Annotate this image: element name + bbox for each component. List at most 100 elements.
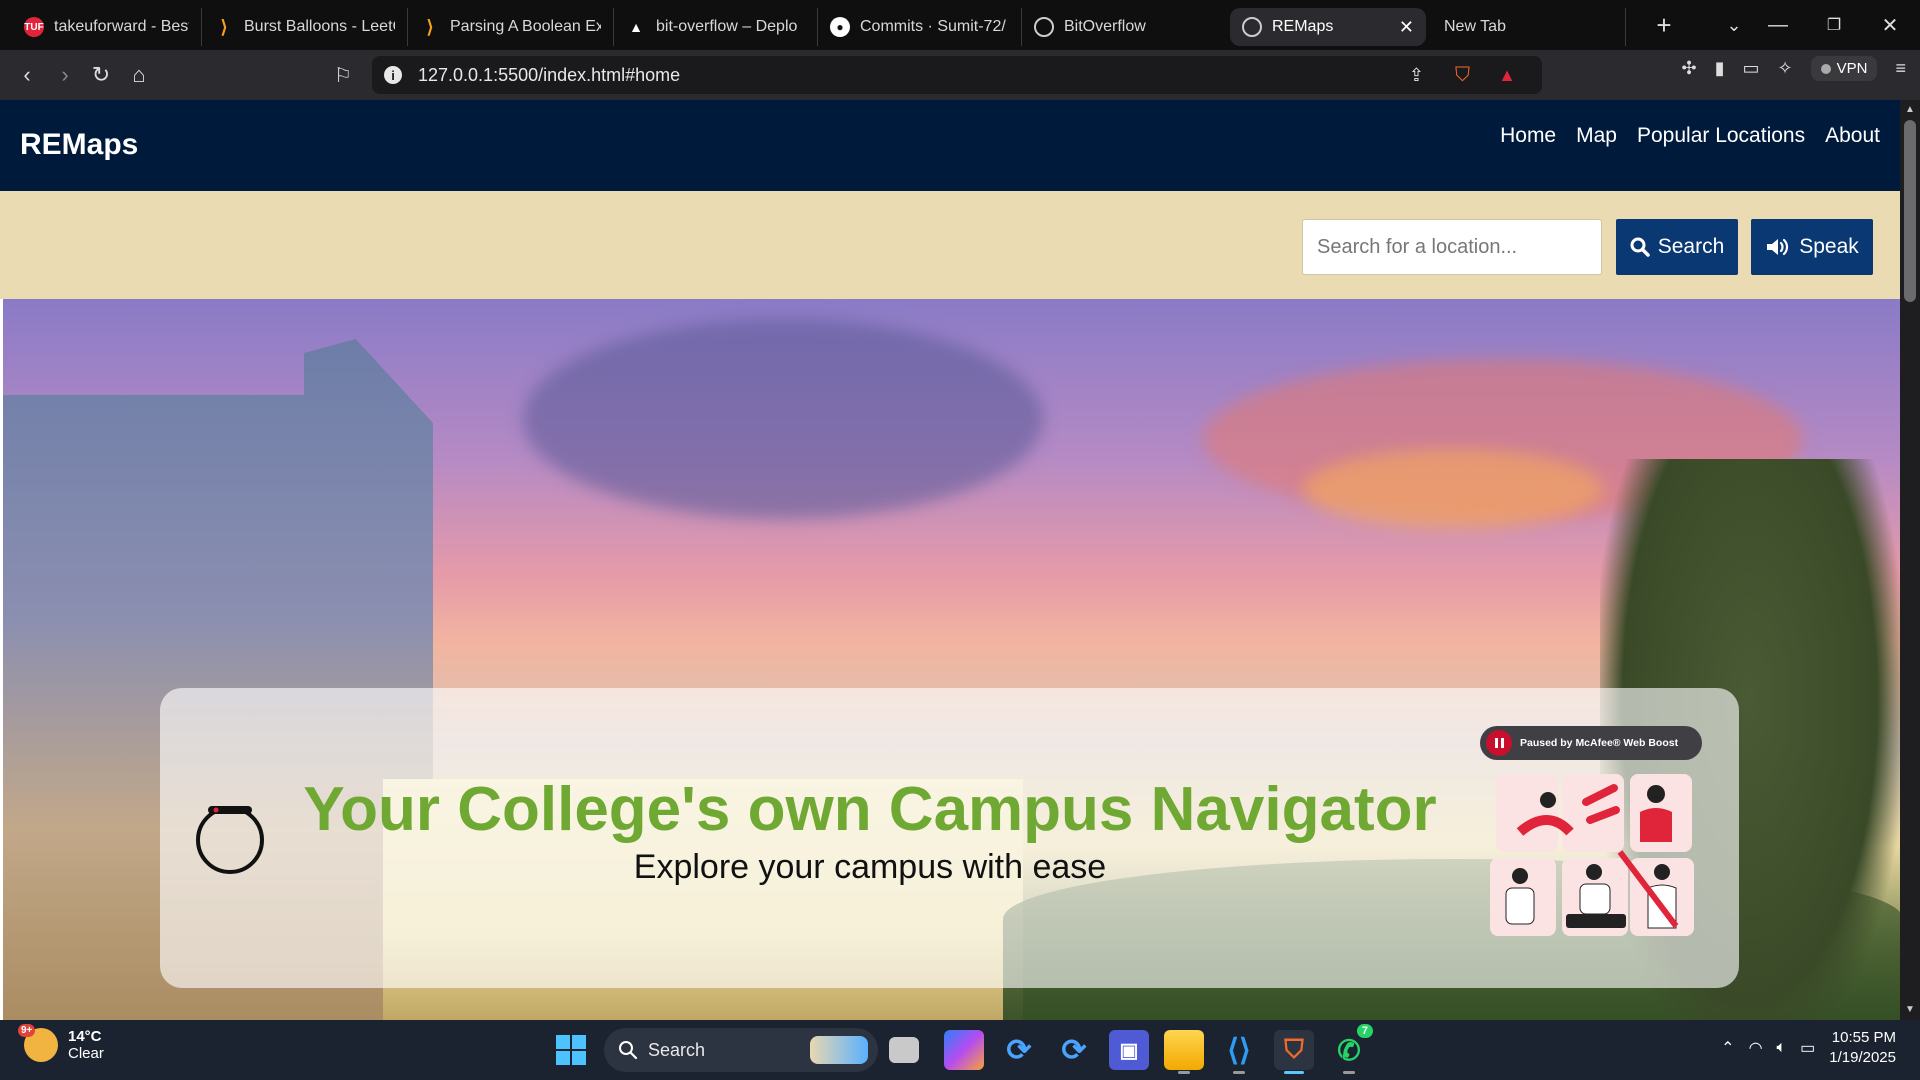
weather-widget[interactable]: 9+ 14°C Clear	[18, 1024, 104, 1062]
tab-bitoverflow[interactable]: BitOverflow	[1022, 8, 1214, 46]
brave-browser-icon[interactable]: ⛉	[1274, 1030, 1314, 1074]
sync-app-icon[interactable]: ⟳	[999, 1030, 1039, 1070]
extensions-icon[interactable]: ✣	[1682, 58, 1697, 79]
show-hidden-icons-icon[interactable]: ⌃	[1721, 1038, 1734, 1058]
brave-rewards-icon[interactable]: ▲	[1498, 65, 1516, 86]
minimize-icon[interactable]: —	[1750, 0, 1806, 50]
hero-section: Your College's own Campus Navigator Expl…	[3, 299, 1900, 1020]
sidebar-icon[interactable]: ▮	[1715, 58, 1725, 79]
forward-icon[interactable]: ›	[46, 56, 84, 94]
mcafee-web-boost-badge[interactable]: Paused by McAfee® Web Boost	[1480, 726, 1702, 760]
sync-app-2-icon[interactable]: ⟳	[1054, 1030, 1094, 1070]
task-view-icon[interactable]	[889, 1037, 919, 1063]
globe-icon	[1034, 17, 1054, 37]
copilot-icon[interactable]	[944, 1030, 984, 1070]
tab-parsing-boolean[interactable]: ⟩ Parsing A Boolean Ex	[408, 8, 614, 46]
close-tab-icon[interactable]: ✕	[1399, 17, 1414, 38]
new-tab-icon[interactable]: +	[1644, 5, 1684, 45]
nav-link-map[interactable]: Map	[1576, 124, 1617, 148]
tab-label: Commits · Sumit-72/	[860, 18, 1006, 35]
scroll-up-icon[interactable]: ▲	[1904, 104, 1916, 116]
wifi-icon[interactable]: ◠	[1749, 1038, 1763, 1058]
search-highlight-icon	[810, 1036, 868, 1064]
collaboration-illustration	[1490, 774, 1694, 936]
tab-burst-balloons[interactable]: ⟩ Burst Balloons - LeetC	[202, 8, 408, 46]
tab-label: Burst Balloons - LeetC	[244, 18, 395, 35]
tab-label: New Tab	[1444, 18, 1506, 35]
url-text: 127.0.0.1:5500/index.html#home	[418, 64, 681, 85]
weather-condition: Clear	[68, 1045, 104, 1062]
tab-remaps[interactable]: REMaps ✕	[1230, 8, 1426, 46]
file-explorer-icon[interactable]	[1164, 1030, 1204, 1074]
whatsapp-icon[interactable]: ✆ 7	[1329, 1024, 1373, 1074]
search-section: Search Speak	[0, 191, 1900, 299]
tab-label: takeuforward - Best C	[54, 18, 189, 35]
menu-icon[interactable]: ≡	[1895, 58, 1906, 79]
windows-start-icon[interactable]	[556, 1035, 586, 1065]
taskbar-search[interactable]: Search	[604, 1028, 878, 1072]
search-button[interactable]: Search	[1616, 219, 1738, 275]
site-info-icon[interactable]: i	[384, 66, 402, 84]
globe-icon	[1242, 17, 1262, 37]
vpn-status-icon	[1820, 63, 1831, 74]
tab-takeuforward[interactable]: TUF takeuforward - Best C	[12, 8, 202, 46]
page-scrollbar[interactable]: ▲ ▼	[1900, 100, 1920, 1020]
system-tray: ⌃ ◠ 🔈︎ ▭ 10:55 PM 1/19/2025	[1721, 1028, 1896, 1068]
nav-link-about[interactable]: About	[1825, 124, 1880, 148]
hero-subtitle: Explore your campus with ease	[633, 848, 1107, 886]
tab-label: bit-overflow – Deplo	[656, 18, 798, 35]
weather-badge: 9+	[18, 1024, 36, 1037]
hero-card: Your College's own Campus Navigator Expl…	[160, 688, 1739, 988]
close-window-icon[interactable]: ✕	[1862, 0, 1918, 50]
back-icon[interactable]: ‹	[8, 56, 46, 94]
tab-label: BitOverflow	[1064, 18, 1146, 35]
leetcode-icon: ⟩	[220, 16, 228, 37]
clock-date: 1/19/2025	[1829, 1049, 1896, 1066]
address-bar[interactable]: i 127.0.0.1:5500/index.html#home ⇪ ⛉ ▲	[372, 56, 1542, 94]
battery-icon[interactable]: ▭	[1800, 1038, 1815, 1058]
tab-search-chevron-icon[interactable]: ⌄	[1714, 5, 1754, 45]
clock[interactable]: 10:55 PM 1/19/2025	[1829, 1028, 1896, 1068]
toolbar-actions: ✣ ▮ ▭ ✧ VPN ≡	[1682, 56, 1906, 81]
moon-weather-icon: 9+	[18, 1024, 58, 1062]
clock-time: 10:55 PM	[1831, 1029, 1896, 1046]
tab-commits[interactable]: ● Commits · Sumit-72/	[818, 8, 1022, 46]
share-icon[interactable]: ⇪	[1409, 65, 1424, 86]
leo-ai-icon[interactable]: ✧	[1778, 58, 1793, 79]
speaker-icon	[1767, 238, 1789, 256]
tab-new-tab[interactable]: New Tab	[1426, 8, 1626, 46]
tab-label: Parsing A Boolean Ex	[450, 18, 601, 35]
wallet-icon[interactable]: ▭	[1743, 58, 1760, 79]
speak-button-label: Speak	[1799, 235, 1859, 258]
web-page: REMaps Home Map Popular Locations About …	[0, 100, 1900, 1020]
zoom-icon[interactable]: ▣	[1109, 1030, 1149, 1070]
nav-link-home[interactable]: Home	[1500, 124, 1556, 148]
vpn-button[interactable]: VPN	[1810, 56, 1878, 81]
taskbar-search-label: Search	[648, 1039, 706, 1060]
tab-bit-overflow-deploy[interactable]: ▲ bit-overflow – Deplo	[614, 8, 818, 46]
scroll-down-icon[interactable]: ▼	[1904, 1004, 1916, 1016]
whatsapp-badge: 7	[1356, 1024, 1373, 1038]
windows-taskbar: 9+ 14°C Clear Search ⟳ ⟳ ▣ ⟨⟩ ⛉ ✆ 7 ⌃ ◠ …	[0, 1020, 1920, 1080]
restore-icon[interactable]: ❐	[1806, 0, 1862, 50]
reload-icon[interactable]: ↻	[82, 56, 120, 94]
brave-shields-icon[interactable]: ⛉	[1455, 64, 1470, 87]
scroll-thumb[interactable]	[1904, 120, 1916, 302]
bookmark-icon[interactable]: ⚐	[324, 56, 362, 94]
nav-link-popular-locations[interactable]: Popular Locations	[1637, 124, 1805, 148]
browser-toolbar: ‹ › ↻ ⌂ ⚐ i 127.0.0.1:5500/index.html#ho…	[0, 50, 1920, 100]
site-brand[interactable]: REMaps	[20, 128, 138, 162]
home-icon[interactable]: ⌂	[120, 56, 158, 94]
volume-icon[interactable]: 🔈︎	[1777, 1039, 1787, 1057]
location-search-input[interactable]	[1302, 219, 1602, 275]
site-nav: Home Map Popular Locations About	[1500, 124, 1880, 148]
browser-tab-bar: TUF takeuforward - Best C ⟩ Burst Balloo…	[0, 0, 1920, 50]
vscode-icon[interactable]: ⟨⟩	[1219, 1030, 1259, 1074]
tab-label: REMaps	[1272, 18, 1334, 35]
site-navbar: REMaps Home Map Popular Locations About	[0, 100, 1900, 191]
search-icon	[619, 1041, 638, 1060]
search-icon	[1630, 237, 1650, 257]
search-button-label: Search	[1657, 235, 1725, 258]
speak-button[interactable]: Speak	[1751, 219, 1873, 275]
tuf-icon: TUF	[24, 17, 44, 37]
